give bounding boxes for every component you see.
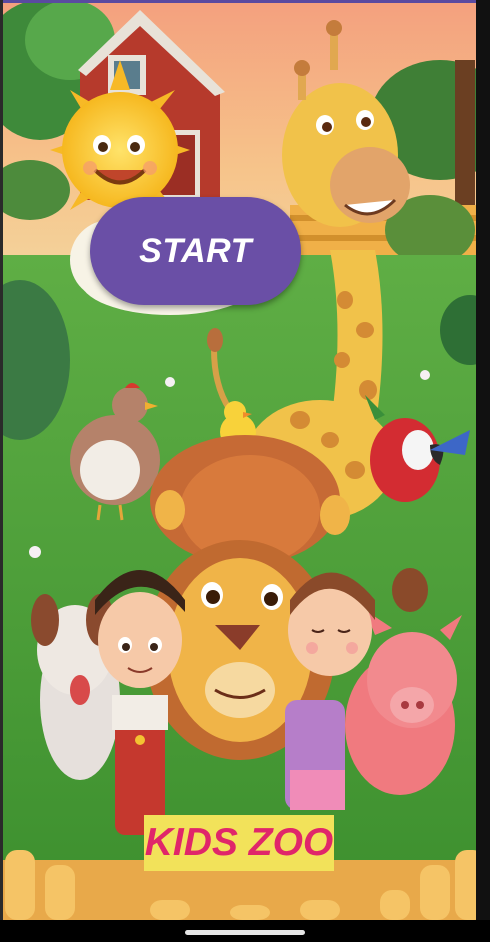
title-banner: KIDS ZOO (144, 815, 334, 871)
start-button[interactable]: START (90, 197, 301, 305)
app-view: START KIDS ZOO (0, 0, 490, 920)
phone-screen: START KIDS ZOO (0, 0, 490, 942)
top-accent-bar (0, 0, 490, 3)
left-edge (0, 0, 3, 920)
app-title: KIDS ZOO (144, 821, 334, 864)
background-illustration (0, 0, 490, 920)
home-indicator[interactable] (185, 930, 305, 935)
start-label: START (139, 231, 252, 270)
right-edge (476, 0, 490, 920)
